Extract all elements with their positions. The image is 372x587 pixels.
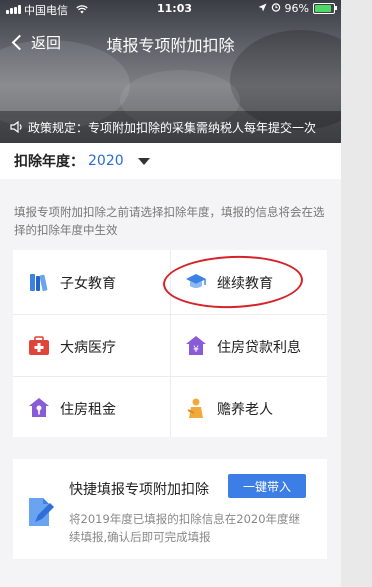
right-gutter	[341, 0, 372, 587]
page-title: 填报专项附加扣除	[106, 36, 235, 55]
battery-icon	[313, 3, 337, 14]
quick-fill-card: 快捷填报专项附加扣除 一键带入 将2019年度已填报的扣除信息在2020年度继续…	[13, 459, 327, 559]
speaker-icon	[10, 121, 22, 133]
house-loan-icon: ¥	[186, 336, 206, 355]
status-time: 11:03	[157, 2, 193, 15]
year-label: 扣除年度：	[14, 154, 84, 170]
books-icon	[30, 274, 48, 292]
year-hint: 填报专项附加扣除之前请选择扣除年度，填报的信息将会在选择的扣除年度中生效	[14, 205, 325, 237]
battery-percent: 96%	[284, 2, 309, 15]
caret-down-icon[interactable]	[137, 157, 150, 165]
item-label: 大病医疗	[60, 340, 116, 356]
status-bar: 中国电信 11:03 96%	[0, 0, 341, 18]
location-icon	[258, 2, 267, 15]
item-label: 住房贷款利息	[217, 340, 301, 356]
carrier-name: 中国电信	[6, 2, 88, 18]
year-value[interactable]: 2020	[88, 153, 124, 169]
svg-text:¥: ¥	[193, 345, 199, 355]
item-elderly-support[interactable]: 赡养老人	[170, 376, 327, 438]
item-housing-loan-interest[interactable]: ¥ 住房贷款利息	[170, 314, 327, 376]
notice-text: 政策规定：专项附加扣除的采集需纳税人每年提交一次	[28, 120, 317, 135]
quick-fill-description: 将2019年度已填报的扣除信息在2020年度继续填报,确认后即可完成填报	[69, 512, 301, 544]
header-banner: 中国电信 11:03 96% 返回 填报专项附加扣除 政策规定：专项附加扣除的采…	[0, 0, 341, 143]
status-right: 96%	[258, 2, 337, 15]
policy-notice: 政策规定：专项附加扣除的采集需纳税人每年提交一次	[0, 111, 341, 143]
medical-kit-icon	[29, 336, 49, 355]
house-key-icon	[29, 398, 49, 417]
wifi-icon	[75, 4, 88, 17]
item-label: 住房租金	[60, 402, 116, 418]
signal-icon	[6, 5, 21, 14]
item-serious-illness[interactable]: 大病医疗	[13, 314, 170, 376]
nav-bar: 返回 填报专项附加扣除	[0, 26, 341, 58]
elderly-care-icon	[187, 398, 203, 418]
item-label: 子女教育	[60, 276, 116, 292]
document-edit-icon	[29, 498, 54, 526]
year-selector[interactable]: 扣除年度： 2020	[0, 143, 341, 179]
item-children-education[interactable]: 子女教育	[13, 250, 170, 312]
app-screen: 中国电信 11:03 96% 返回 填报专项附加扣除 政策规定：专项附加扣除的采…	[0, 0, 341, 587]
item-housing-rent[interactable]: 住房租金	[13, 376, 170, 438]
one-click-import-button[interactable]: 一键带入	[228, 474, 306, 498]
item-label: 赡养老人	[217, 402, 273, 418]
alarm-icon	[271, 2, 281, 15]
quick-fill-title: 快捷填报专项附加扣除	[69, 482, 209, 498]
